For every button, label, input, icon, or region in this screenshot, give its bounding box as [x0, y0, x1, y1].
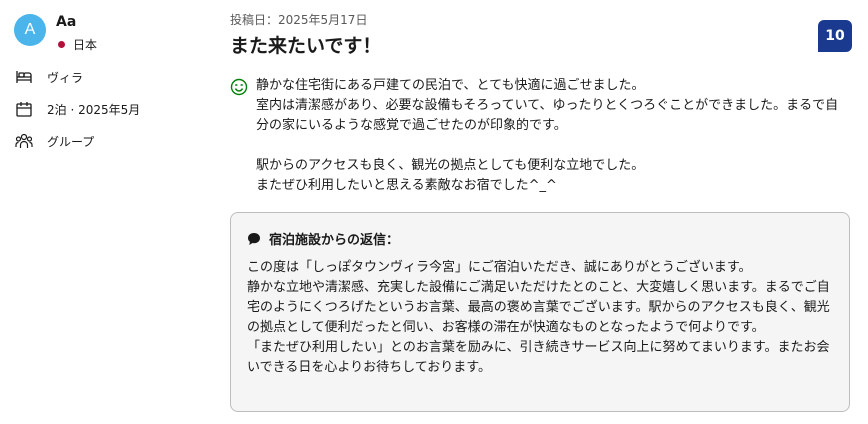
traveler-type-row: グループ [14, 131, 94, 151]
reply-text: この度は「しっぽタウンヴィラ今宮」にご宿泊いただき、誠にありがとうございます。 … [247, 260, 830, 375]
review-score-badge: 10 [818, 20, 852, 52]
people-icon [14, 131, 34, 151]
bed-icon [14, 67, 34, 87]
stay-row: 2泊 · 2025年5月 [14, 99, 140, 119]
reviewer-panel: A Aa 日本 ヴィラ 2泊 · 2025年5月 グループ [14, 14, 214, 149]
japan-flag-icon [58, 41, 65, 48]
avatar: A [14, 14, 46, 46]
review-title: また来たいです！ [230, 35, 382, 57]
reviewer-meta: Aa 日本 [56, 14, 97, 53]
review-body: 静かな住宅街にある戸建ての民泊で、とても快適に過ごせました。 室内は清潔感があり… [230, 76, 852, 196]
reply-heading: 宿泊施設からの返信： [247, 229, 833, 248]
chat-bubble-icon [247, 232, 261, 246]
calendar-icon [14, 99, 34, 119]
room-type-label: ヴィラ [47, 70, 84, 85]
reviewer-country: 日本 [56, 36, 97, 53]
property-reply: 宿泊施設からの返信： この度は「しっぽタウンヴィラ今宮」にご宿泊いただき、誠にあ… [230, 212, 850, 412]
stay-label: 2泊 · 2025年5月 [47, 102, 141, 117]
country-label: 日本 [73, 38, 98, 52]
review-header: 投稿日：2025年5月17日 また来たいです！ [230, 12, 852, 58]
traveler-type-label: グループ [47, 134, 95, 149]
room-type-row: ヴィラ [14, 67, 83, 87]
reply-heading-label: 宿泊施設からの返信： [269, 233, 400, 248]
posted-date: 投稿日：2025年5月17日 [230, 13, 368, 27]
reviewer-name: Aa [56, 14, 77, 30]
reviewer-info: A Aa 日本 [14, 14, 214, 53]
smile-icon [230, 78, 248, 96]
review-text: 静かな住宅街にある戸建ての民泊で、とても快適に過ごせました。 室内は清潔感があり… [256, 78, 839, 193]
